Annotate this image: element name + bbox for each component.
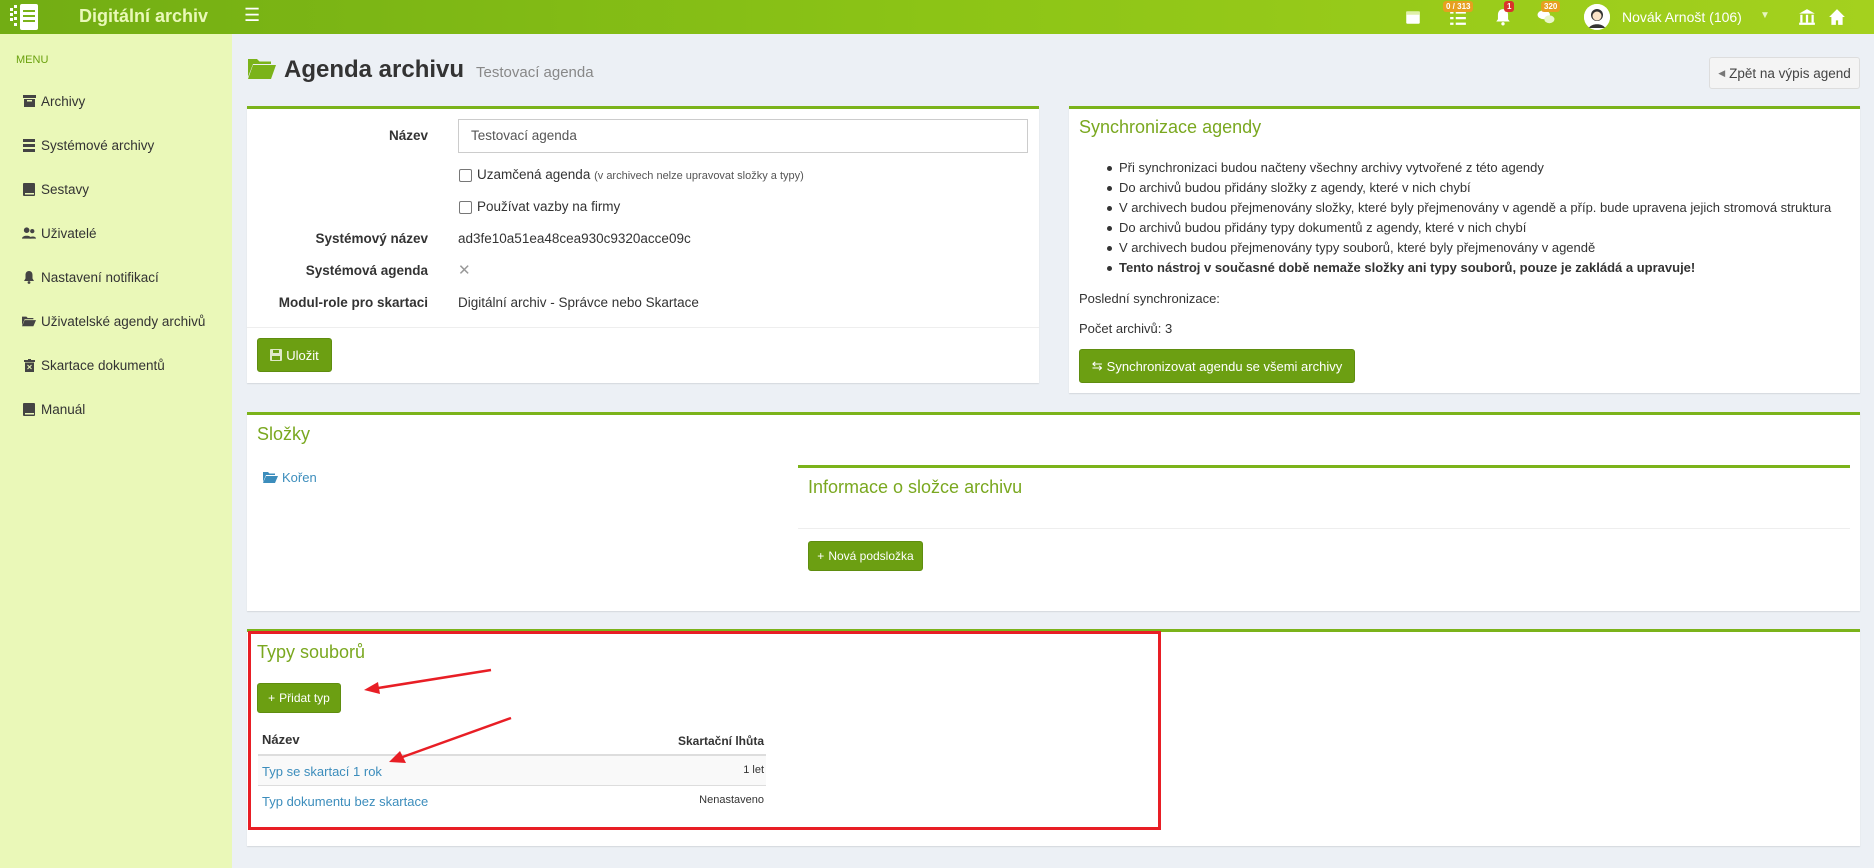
- back-to-agenda-list-button[interactable]: ◀ Zpět na výpis agend: [1709, 57, 1860, 89]
- sync-button-label: Synchronizovat agendu se všemi archivy: [1106, 358, 1343, 374]
- sync-info-list: Při synchronizaci budou načteny všechny …: [1106, 158, 1831, 278]
- column-header-name: Název: [262, 732, 300, 747]
- menu-header: MENU: [16, 54, 49, 66]
- last-sync-label: Poslední synchronizace:: [1079, 291, 1220, 306]
- notifications-badge: 1: [1504, 1, 1515, 12]
- file-type-link[interactable]: Typ se skartací 1 rok: [262, 764, 382, 779]
- page-subtitle: Testovací agenda: [476, 64, 594, 81]
- use-firms-checkbox[interactable]: [459, 201, 472, 214]
- file-types-title: Typy souborů: [257, 642, 366, 662]
- plus-icon: +: [268, 691, 276, 705]
- back-button-label: Zpět na výpis agend: [1729, 65, 1851, 81]
- system-agenda-label: Systémová agenda: [305, 263, 428, 278]
- top-bar: Digitální archiv ☰ 0 / 313 1 320 Novák A…: [0, 0, 1874, 34]
- system-name-value: ad3fe10a51ea48cea930c9320acce09c: [458, 231, 691, 246]
- name-label: Název: [388, 128, 428, 143]
- locked-agenda-text: Uzamčená agenda: [477, 167, 591, 182]
- user-name[interactable]: Novák Arnošt (106): [1622, 9, 1742, 25]
- folders-title: Složky: [257, 424, 311, 444]
- archive-count: Počet archivů: 3: [1079, 321, 1173, 336]
- home-icon[interactable]: [1828, 8, 1846, 26]
- bell-icon: [22, 270, 36, 284]
- app-title: Digitální archiv: [79, 6, 209, 26]
- sidebar-item-label: Nastavení notifikací: [41, 269, 159, 285]
- locked-agenda-note: (v archivech nelze upravovat složky a ty…: [594, 170, 804, 182]
- list-item: Do archivů budou přidány složky z agendy…: [1106, 178, 1831, 198]
- divider: [798, 528, 1850, 529]
- sidebar-item-sestavy[interactable]: Sestavy: [22, 179, 89, 199]
- table-row: Typ se skartací 1 rok 1 let: [258, 754, 766, 785]
- name-input[interactable]: Testovací agenda: [458, 119, 1028, 153]
- list-item: Do archivů budou přidány typy dokumentů …: [1106, 218, 1831, 238]
- sidebar-item-label: Archivy: [41, 93, 86, 109]
- user-avatar-icon: [1584, 4, 1610, 30]
- users-icon: [22, 226, 36, 240]
- book-icon: [22, 402, 36, 416]
- page-title: Agenda archivu: [284, 56, 465, 83]
- caret-left-icon: ◀: [1718, 67, 1726, 78]
- column-header-period: Skartační lhůta: [677, 734, 764, 748]
- save-label: Uložit: [286, 347, 319, 363]
- module-role-value: Digitální archiv - Správce nebo Skartace: [458, 295, 699, 310]
- new-subfolder-label: Nová podsložka: [828, 549, 914, 563]
- messages-badge: 320: [1541, 1, 1561, 12]
- sync-title: Synchronizace agendy: [1079, 117, 1262, 137]
- sidebar-item-manual[interactable]: Manuál: [22, 399, 85, 419]
- list-icon: [22, 138, 36, 152]
- institution-icon[interactable]: [1798, 8, 1816, 26]
- calendar-icon[interactable]: [1404, 8, 1422, 26]
- sidebar-item-label: Sestavy: [41, 181, 90, 197]
- tasks-badge: 0 / 313: [1443, 1, 1474, 12]
- sidebar-item-systemove-archivy[interactable]: Systémové archivy: [22, 135, 154, 155]
- folder-open-icon: [22, 314, 36, 328]
- list-item: Při synchronizaci budou načteny všechny …: [1106, 158, 1831, 178]
- file-type-link[interactable]: Typ dokumentu bez skartace: [262, 794, 428, 809]
- folder-open-icon: [248, 59, 276, 79]
- logo[interactable]: Digitální archiv: [0, 0, 232, 34]
- locked-agenda-label: Uzamčená agenda (v archivech nelze uprav…: [477, 167, 804, 182]
- list-item: V archivech budou přejmenovány složky, k…: [1106, 198, 1831, 218]
- folder-tree-root[interactable]: Kořen: [263, 470, 317, 485]
- sidebar-item-uzivatelske-agendy[interactable]: Uživatelské agendy archivů: [22, 311, 205, 331]
- folder-open-icon: [263, 472, 278, 483]
- archive-icon: [22, 94, 36, 108]
- sidebar-item-nastaveni-notifikaci[interactable]: Nastavení notifikací: [22, 267, 159, 287]
- save-button[interactable]: Uložit: [257, 338, 332, 372]
- sidebar-item-skartace-dokumentu[interactable]: Skartace dokumentů: [22, 355, 165, 375]
- add-type-label: Přidat typ: [279, 691, 330, 705]
- system-name-label: Systémový název: [315, 231, 428, 246]
- period-value: Nenastaveno: [699, 794, 764, 806]
- menu-toggle-icon[interactable]: ☰: [244, 6, 262, 24]
- module-role-label: Modul-role pro skartaci: [278, 295, 428, 310]
- list-item: Tento nástroj v současné době nemaže slo…: [1106, 258, 1831, 278]
- archive-logo-icon: [10, 4, 38, 30]
- table-row: Typ dokumentu bez skartace Nenastaveno: [258, 785, 766, 816]
- sync-all-archives-button[interactable]: ⇆ Synchronizovat agendu se všemi archivy: [1079, 349, 1355, 383]
- sidebar-item-uzivatele[interactable]: Uživatelé: [22, 223, 97, 243]
- close-icon: ✕: [458, 262, 471, 279]
- save-icon: [270, 349, 283, 361]
- new-subfolder-button[interactable]: + Nová podsložka: [808, 541, 923, 571]
- sidebar-item-label: Uživatelé: [41, 225, 97, 241]
- sidebar-item-label: Skartace dokumentů: [41, 357, 165, 373]
- trash-icon: [22, 358, 36, 372]
- divider: [247, 327, 1039, 328]
- sidebar-item-archivy[interactable]: Archivy: [22, 91, 85, 111]
- sidebar-item-label: Manuál: [41, 401, 86, 417]
- use-firms-label: Používat vazby na firmy: [477, 199, 621, 214]
- sidebar-item-label: Uživatelské agendy archivů: [41, 313, 206, 329]
- list-item: V archivech budou přejmenovány typy soub…: [1106, 238, 1831, 258]
- avatar[interactable]: [1584, 4, 1610, 30]
- add-type-button[interactable]: + Přidat typ: [257, 683, 341, 713]
- sidebar: [0, 34, 232, 868]
- plus-icon: +: [817, 549, 825, 563]
- exchange-icon: ⇆: [1091, 358, 1103, 373]
- folder-info-title: Informace o složce archivu: [808, 477, 1023, 497]
- chevron-down-icon[interactable]: ▼: [1760, 10, 1770, 21]
- period-value: 1 let: [743, 764, 764, 776]
- root-folder-link[interactable]: Kořen: [282, 470, 317, 485]
- locked-agenda-checkbox[interactable]: [459, 169, 472, 182]
- sidebar-item-label: Systémové archivy: [41, 137, 155, 153]
- book-icon: [22, 182, 36, 196]
